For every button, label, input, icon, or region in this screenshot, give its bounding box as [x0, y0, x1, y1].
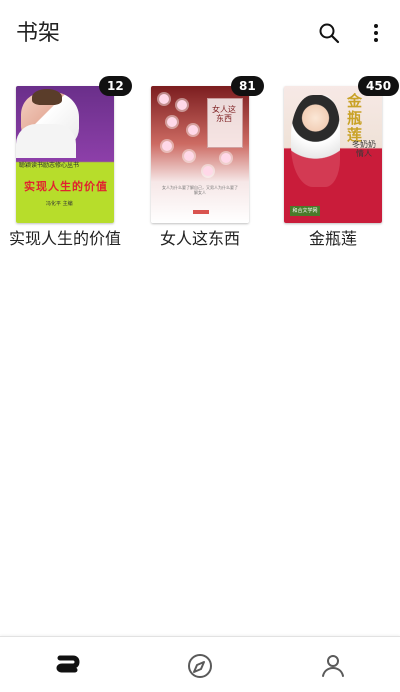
nav-profile[interactable] [319, 652, 347, 680]
cover-flower [203, 166, 213, 176]
bookshelf-grid: 聪颖读书励志修心丛书 实现人生的价值 冯化平 主编 12 实现人生的价值 女人这… [0, 66, 400, 636]
bookshelf-icon [56, 655, 80, 673]
book-card-2[interactable]: 女人这东西 女人为什么要了解自己，又男人为什么要了解女人 81 女人这东西 [138, 76, 264, 254]
cover-caption: 女人为什么要了解自己，又男人为什么要了解女人 [162, 185, 238, 195]
book-title[interactable]: 实现人生的价值 [3, 228, 127, 250]
cover-title-text: 实现人生的价值 [24, 180, 108, 193]
cover-author-text: 冯化平 主编 [46, 201, 73, 207]
cover-figure-image [291, 95, 340, 187]
publisher-logo [193, 210, 209, 214]
book-card-1[interactable]: 聪颖读书励志修心丛书 实现人生的价值 冯化平 主编 12 实现人生的价值 [3, 76, 132, 254]
cover-flower [177, 100, 187, 110]
cover-flower [188, 125, 198, 135]
cover-caption: 冬奶奶情人 [352, 140, 376, 158]
book-cover-1[interactable]: 聪颖读书励志修心丛书 实现人生的价值 冯化平 主编 [16, 86, 114, 223]
cover-flower [159, 94, 169, 104]
cover-flower [162, 141, 172, 151]
search-button[interactable] [316, 20, 342, 46]
chapter-count-badge: 450 [358, 76, 400, 96]
nav-bookshelf[interactable] [53, 652, 81, 680]
chapter-count-badge: 81 [231, 76, 264, 96]
app-bar: 书架 [0, 0, 400, 66]
cover-flower [221, 153, 231, 163]
book-card-3[interactable]: 金瓶莲 冬奶奶情人 和合文学网 450 金瓶莲 [271, 76, 400, 254]
book-title[interactable]: 金瓶莲 [271, 228, 395, 250]
cover-series-label: 聪颖读书励志修心丛书 [19, 162, 80, 169]
book-cover-2[interactable]: 女人这东西 女人为什么要了解自己，又男人为什么要了解女人 [151, 86, 249, 223]
more-vertical-icon [374, 24, 378, 42]
cover-flower [184, 151, 194, 161]
bottom-navigation [0, 636, 400, 692]
cover-hair-shape [32, 89, 62, 105]
compass-icon [188, 654, 212, 678]
publisher-logo: 和合文学网 [290, 206, 320, 216]
person-icon [322, 655, 344, 677]
nav-discover[interactable] [186, 652, 214, 680]
cover-title-text: 金瓶莲 [346, 92, 363, 144]
book-cover-3[interactable]: 金瓶莲 冬奶奶情人 和合文学网 [284, 86, 382, 223]
page-title: 书架 [16, 21, 61, 46]
cover-shirt-shape [16, 124, 76, 158]
book-title[interactable]: 女人这东西 [138, 228, 262, 250]
chapter-count-badge: 12 [99, 76, 132, 96]
search-icon [319, 23, 340, 44]
more-options-button[interactable] [364, 20, 388, 46]
cover-title-text: 女人这东西 [212, 105, 236, 123]
cover-flower [167, 117, 177, 127]
